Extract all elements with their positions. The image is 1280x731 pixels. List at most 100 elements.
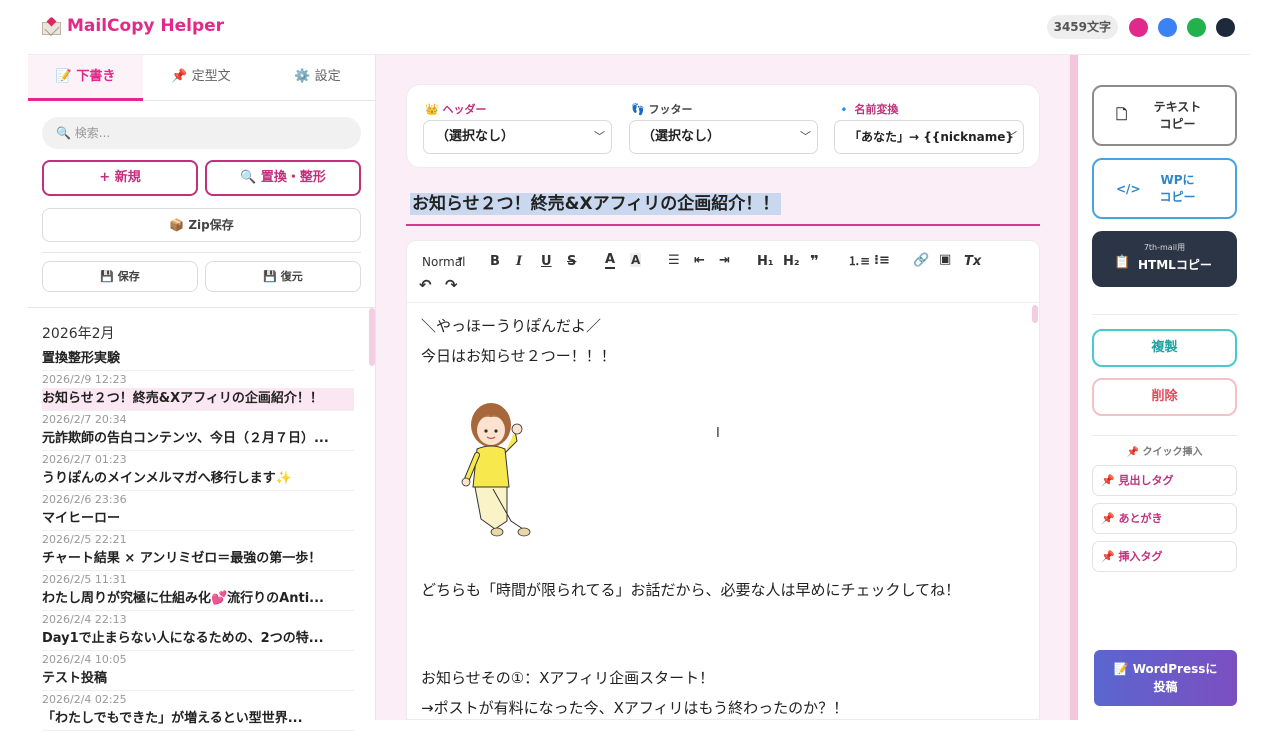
right-panel: 🗋 テキスト コピー </> WPに コピー 7th-mail用 📋 HTMLコ… — [1078, 55, 1250, 720]
html-copy-row: 📋 HTMLコピー — [1092, 253, 1237, 273]
divider — [1092, 314, 1237, 315]
mail-heart-icon — [42, 16, 61, 35]
document-icon: 🗋 — [1116, 106, 1128, 123]
zip-save-button[interactable]: 📦 Zip保存 — [42, 208, 361, 242]
title-input[interactable]: お知らせ２つ！終売&Xアフィリの企画紹介！！ — [406, 186, 1040, 226]
name-convert-label: 🔹 名前変換 — [837, 103, 899, 116]
draft-title: 「わたしでもできた」が増えるとい型世界... — [42, 711, 303, 726]
duplicate-button[interactable]: 複製 — [1092, 329, 1237, 367]
link-icon[interactable]: 🔗 — [913, 253, 929, 269]
redo-icon[interactable]: ↷ — [445, 277, 458, 293]
draft-title: テスト投稿 — [42, 671, 108, 686]
girl-illustration — [461, 403, 531, 537]
strike-button[interactable]: S — [567, 254, 576, 270]
draft-title: チャート結果 × アンリミゼロ＝最強の第一歩！ — [42, 551, 322, 566]
tab-settings[interactable]: ⚙️ 設定 — [259, 55, 376, 101]
text-color-button[interactable]: A — [605, 252, 616, 269]
name-convert-value: 「あなた」→ {{nickname} — [849, 130, 1014, 144]
header-select-value: （選択なし） — [436, 129, 515, 144]
draft-list-scrollbar[interactable] — [369, 308, 375, 366]
list-item[interactable]: 2026/2/4 22:13 Day1で止まらない人になるための、2つの特... — [42, 611, 354, 651]
name-convert-select[interactable]: 「あなた」→ {{nickname} ﹀ — [834, 120, 1024, 154]
divider — [28, 307, 376, 308]
header-select[interactable]: （選択なし） ﹀ — [423, 120, 612, 154]
draft-title: わたし周りが究極に仕組み化💕流行りのAnti... — [42, 591, 324, 606]
content-line: お知らせその①：Xアフィリ企画スタート！ — [421, 669, 715, 687]
list-item[interactable]: 2026/2/6 23:36 マイヒーロー — [42, 491, 354, 531]
chevron-down-icon: ﹀ — [594, 130, 605, 143]
wp-copy-button[interactable]: </> WPに コピー — [1092, 158, 1237, 219]
quick-insert-tag[interactable]: 📌 挿入タグ — [1092, 541, 1237, 572]
underline-button[interactable]: U — [541, 254, 552, 270]
image-icon[interactable]: ▣ — [939, 252, 951, 268]
wordpress-post-button[interactable]: 📝 WordPressに 投稿 — [1094, 650, 1237, 706]
content-line: 今日はお知らせ２つー！！！ — [421, 347, 616, 365]
backup-save-button[interactable]: 💾 保存 — [42, 261, 198, 292]
draft-date: 2026/2/4 02:25 — [42, 693, 127, 706]
undo-icon[interactable]: ↶ — [419, 277, 432, 293]
new-draft-button[interactable]: + 新規 — [42, 160, 198, 196]
list-item[interactable]: 置換整形実験 — [42, 347, 354, 371]
draft-date: 2026/2/6 23:36 — [42, 493, 127, 506]
app-title: MailCopy Helper — [67, 16, 225, 36]
list-item[interactable]: 2026/2/5 11:31 わたし周りが究極に仕組み化💕流行りのAnti... — [42, 571, 354, 611]
list-item[interactable]: 2026/2/5 22:21 チャート結果 × アンリミゼロ＝最強の第一歩！ — [42, 531, 354, 571]
quick-insert-heading-tag[interactable]: 📌 見出しタグ — [1092, 465, 1237, 496]
theme-blue-swatch[interactable] — [1158, 18, 1177, 37]
header-select-label: 👑 ヘッダー — [425, 103, 487, 116]
theme-pink-swatch[interactable] — [1129, 18, 1148, 37]
align-left-icon[interactable]: ☰ — [668, 253, 680, 269]
italic-button[interactable]: I — [516, 254, 522, 270]
quote-button[interactable]: ❞ — [810, 253, 819, 269]
clear-format-button[interactable]: Tx — [964, 254, 981, 270]
indent-decrease-icon[interactable]: ⇤ — [694, 253, 705, 269]
char-count-badge: 3459文字 — [1046, 15, 1118, 39]
html-copy-button[interactable]: 7th-mail用 📋 HTMLコピー — [1092, 231, 1237, 287]
text-copy-button[interactable]: 🗋 テキスト コピー — [1092, 85, 1237, 146]
background-color-button[interactable]: A — [630, 253, 642, 267]
editor-scrollbar-track[interactable] — [1070, 55, 1078, 720]
draft-date: 2026/2/7 01:23 — [42, 453, 127, 466]
divider — [42, 252, 361, 253]
content-line: ＼やっほーうりぽんだよ／ — [421, 317, 602, 335]
indent-increase-icon[interactable]: ⇥ — [719, 253, 730, 269]
brand: MailCopy Helper — [42, 16, 224, 36]
list-item[interactable]: 2026/2/4 10:05 テスト投稿 — [42, 651, 354, 691]
left-panel: 📝 下書き 📌 定型文 ⚙️ 設定 🔍 検索... + 新規 🔍 置換・整形 📦… — [28, 55, 376, 731]
ordered-list-icon[interactable]: ⒈≡ — [848, 253, 870, 269]
draft-title: Day1で止まらない人になるための、2つの特... — [42, 631, 324, 646]
code-icon: </> — [1116, 181, 1141, 196]
html-copy-label: HTMLコピー — [1138, 258, 1212, 272]
theme-green-swatch[interactable] — [1187, 18, 1206, 37]
list-item[interactable]: 2026/2/4 02:25 「わたしでもできた」が増えるとい型世界... — [42, 691, 354, 731]
insert-selectors-card: 👑 ヘッダー （選択なし） ﹀ 👣 フッター （選択なし） ﹀ 🔹 名前変換 「… — [406, 84, 1040, 168]
list-item[interactable]: 2026/2/7 20:34 元詐欺師の告白コンテンツ、今日（２月７日）... — [42, 411, 354, 451]
draft-date: 2026/2/7 20:34 — [42, 413, 127, 426]
content-line: どちらも「時間が限られてる」お話だから、必要な人は早めにチェックしてね！ — [421, 581, 961, 599]
footer-select-value: （選択なし） — [642, 129, 721, 144]
heading1-button[interactable]: H₁ — [757, 254, 774, 270]
draft-title: 置換整形実験 — [42, 351, 121, 366]
theme-dark-swatch[interactable] — [1216, 18, 1235, 37]
bold-button[interactable]: B — [490, 254, 500, 270]
chevron-down-icon: ﹀ — [800, 130, 811, 143]
list-item[interactable]: 2026/2/7 01:23 うりぽんのメインメルマガへ移行します✨ — [42, 451, 354, 491]
list-item[interactable]: 2026/2/9 12:23 お知らせ２つ！終売&Xアフィリの企画紹介！！ — [42, 371, 354, 411]
search-input[interactable]: 🔍 検索... — [42, 117, 361, 149]
quick-insert-afterword[interactable]: 📌 あとがき — [1092, 503, 1237, 534]
tab-drafts[interactable]: 📝 下書き — [28, 55, 143, 101]
bullet-list-icon[interactable]: ⁝≡ — [874, 253, 890, 269]
delete-button[interactable]: 削除 — [1092, 378, 1237, 416]
tab-templates[interactable]: 📌 定型文 — [143, 55, 259, 101]
draft-title: お知らせ２つ！終売&Xアフィリの企画紹介！！ — [42, 388, 354, 410]
replace-format-button[interactable]: 🔍 置換・整形 — [205, 160, 361, 196]
draft-list: 2026年2月 置換整形実験 2026/2/9 12:23 お知らせ２つ！終売&… — [42, 323, 368, 731]
heading2-button[interactable]: H₂ — [783, 254, 800, 270]
footer-select[interactable]: （選択なし） ﹀ — [629, 120, 818, 154]
text-cursor-icon: Ⅰ — [716, 426, 720, 441]
tab-bar: 📝 下書き 📌 定型文 ⚙️ 設定 — [28, 55, 376, 101]
editor-scrollbar[interactable] — [1032, 305, 1038, 323]
rich-text-editor[interactable]: Normal ▾ B I U S A A ☰ ⇤ ⇥ H₁ H₂ ❞ ⒈≡ ⁝≡… — [406, 240, 1040, 720]
editor-toolbar: Normal ▾ B I U S A A ☰ ⇤ ⇥ H₁ H₂ ❞ ⒈≡ ⁝≡… — [407, 241, 1039, 303]
backup-restore-button[interactable]: 💾 復元 — [205, 261, 361, 292]
